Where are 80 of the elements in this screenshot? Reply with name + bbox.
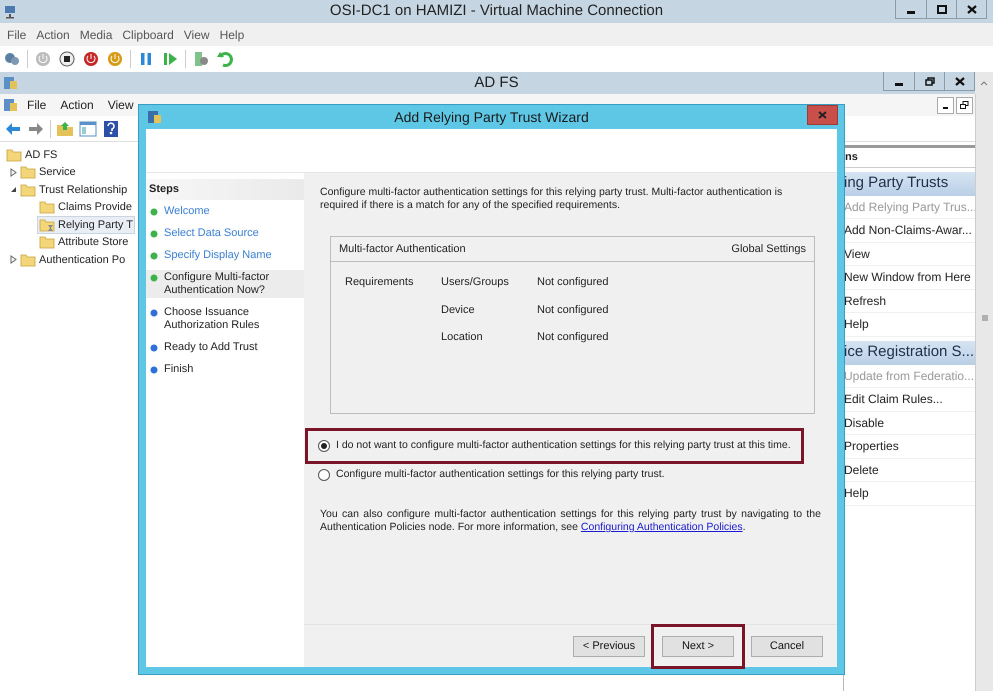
undo-arrow-icon[interactable] (216, 50, 234, 68)
minimize-button[interactable] (937, 96, 954, 114)
wizard-step[interactable]: Ready to Add Trust (146, 340, 304, 354)
group-header[interactable]: ing Party Trusts (844, 172, 975, 196)
requirement-value: Not configured (537, 275, 609, 290)
help-icon[interactable] (102, 120, 120, 138)
requirement-name: Device (441, 302, 476, 318)
radio-button[interactable] (318, 469, 330, 481)
radio-option[interactable]: I do not want to configure multi-factor authentication settings for this relying party trust at this time. (318, 438, 791, 454)
folder-icon (20, 182, 36, 197)
scroll-grip-icon[interactable] (980, 314, 988, 322)
help-link[interactable]: Configuring Authentication Policies (580, 521, 743, 533)
requirement-value: Not configured (537, 330, 609, 345)
menu-item[interactable]: Media (74, 26, 118, 44)
wizard-step[interactable]: Welcome (146, 204, 304, 218)
panel-title: Multi-factor Authentication (339, 242, 466, 257)
menu-item[interactable]: Action (31, 26, 75, 44)
console-tree-icon[interactable] (79, 120, 97, 138)
dialog-button[interactable]: < Previous (573, 636, 645, 656)
folder-icon (6, 148, 22, 162)
description-text: Configure multi-factor authentication settings for this relying party trust. Multi-factor authentication is required if there is a match for any of the specified requirements. (320, 186, 784, 212)
play-icon[interactable] (161, 50, 179, 68)
wizard-step[interactable]: Finish (146, 362, 304, 376)
requirement-name: Location (441, 330, 484, 345)
tree-item[interactable]: Trust Relationship (18, 180, 130, 199)
tree-item[interactable]: Service (18, 163, 78, 182)
restore-button[interactable] (956, 96, 973, 114)
scrollbar[interactable] (975, 72, 993, 94)
expanded-arrow-icon[interactable] (10, 186, 16, 194)
close-icon (966, 4, 976, 14)
wizard-step[interactable]: Choose Issuance Authorization Rules (146, 304, 304, 332)
restore-icon (960, 100, 969, 110)
window-title: OSI-DC1 on HAMIZI - Virtual Machine Connection (328, 1, 664, 22)
tree-item[interactable]: Relying Party T (37, 216, 135, 234)
tree-item[interactable]: Attribute Store (37, 233, 130, 252)
minimize-icon (906, 10, 916, 14)
menu-item[interactable]: Clipboard (117, 26, 179, 44)
dialog-button[interactable]: Cancel (751, 636, 823, 656)
stop-icon[interactable] (58, 50, 76, 68)
window-title: AD FS (473, 72, 520, 93)
server-icon (146, 109, 162, 125)
minimize-icon (894, 82, 904, 86)
wizard-step[interactable]: Specify Display Name (146, 248, 304, 262)
requirement-name: Users/Groups (441, 275, 510, 290)
scrollbar[interactable] (975, 94, 993, 691)
dialog-button[interactable]: Next > (662, 636, 734, 656)
menu-item[interactable]: Action (55, 96, 99, 114)
group-header[interactable]: ice Registration S... (844, 340, 975, 364)
note-text: You can also configure multi-factor authentication settings for this relying party trust by navigating to the Authentication Policies node. For more information, see Configuring Authentication Policies. (320, 508, 821, 534)
panel-link-label: Global Settings (731, 242, 806, 257)
scroll-up-icon[interactable] (980, 80, 988, 86)
radio-button[interactable] (318, 440, 330, 452)
tree-item[interactable]: Claims Provide (37, 198, 134, 216)
close-icon (954, 76, 964, 86)
close-icon (818, 111, 827, 119)
folder-up-icon[interactable] (56, 120, 74, 138)
menu-item[interactable]: Help (214, 26, 250, 44)
menu-item[interactable]: View (102, 96, 138, 114)
menu-item[interactable]: File (22, 96, 52, 114)
maximize-icon (936, 4, 946, 14)
wizard-step[interactable]: Select Data Source (146, 226, 304, 240)
folder-hourglass-icon (39, 218, 55, 232)
server-icon (2, 75, 18, 91)
requirement-value: Not configured (537, 302, 609, 318)
dialog-title: Add Relying Party Trust Wizard (393, 108, 590, 127)
requirements-label: Requirements (344, 275, 414, 290)
menu-item[interactable]: View (178, 26, 215, 44)
folder-icon (20, 252, 36, 267)
tree-item[interactable]: AD FS (4, 146, 60, 164)
radio-option[interactable]: Configure multi-factor authentication settings for this relying party trust. (318, 467, 665, 483)
collapsed-arrow-icon[interactable] (10, 255, 16, 264)
folder-icon (20, 165, 36, 180)
server-icon (2, 97, 18, 113)
steps-heading: Steps (146, 179, 304, 200)
power-icon[interactable] (82, 50, 100, 68)
menu-item[interactable]: File (2, 26, 32, 44)
collapsed-arrow-icon[interactable] (10, 168, 16, 177)
tree-item[interactable]: Authentication Po (18, 250, 128, 269)
wizard-step[interactable]: Configure Multi-factor Authentication Now? (146, 270, 304, 298)
restore-icon (924, 76, 934, 86)
